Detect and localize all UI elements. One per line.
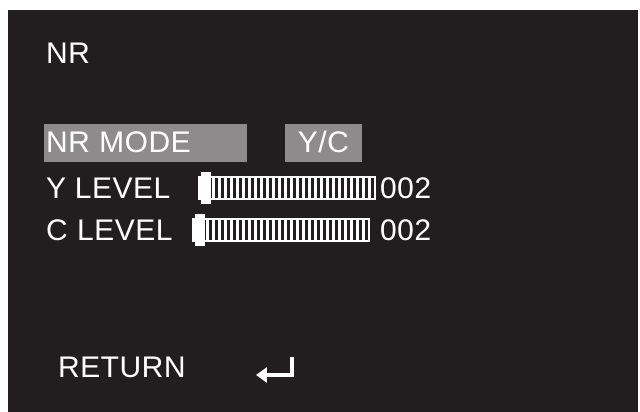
y-level-slider-thumb[interactable] [201, 172, 212, 204]
nr-mode-value[interactable]: Y/C [285, 124, 362, 162]
return-label[interactable]: RETURN [58, 351, 186, 385]
nr-mode-label[interactable]: NR MODE [44, 124, 247, 162]
c-level-slider-thumb[interactable] [195, 214, 206, 246]
c-level-label[interactable]: C LEVEL [46, 214, 173, 248]
y-level-slider[interactable] [198, 172, 376, 204]
enter-arrow-icon[interactable] [251, 353, 299, 385]
c-level-value: 002 [380, 214, 432, 247]
y-level-value: 002 [380, 172, 432, 205]
c-level-slider[interactable] [192, 214, 370, 246]
menu-title: NR [46, 37, 91, 70]
y-level-label[interactable]: Y LEVEL [46, 172, 171, 206]
c-level-slider-track [192, 218, 370, 242]
y-level-slider-track [198, 176, 376, 200]
osd-screen: NR NR MODE Y/C Y LEVEL 002 C LEVEL 002 R… [8, 10, 638, 412]
